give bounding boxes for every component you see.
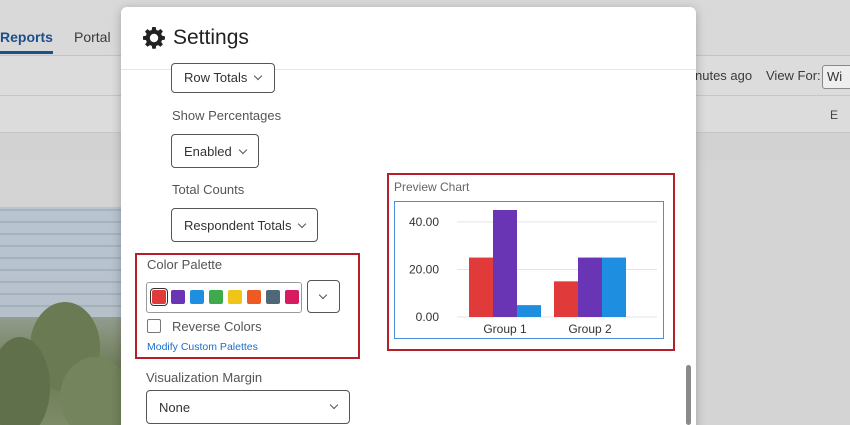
chart-bar (469, 257, 493, 317)
visualization-margin-label: Visualization Margin (146, 370, 263, 385)
chevron-down-icon (298, 219, 307, 229)
view-for-label: View For: (766, 68, 821, 83)
x-tick-label: Group 2 (568, 322, 612, 336)
show-percentages-label: Show Percentages (172, 108, 282, 123)
y-tick-label: 0.00 (416, 310, 440, 324)
total-counts-value: Respondent Totals (184, 218, 292, 233)
y-tick-label: 20.00 (409, 262, 439, 276)
modal-header: Settings (121, 7, 696, 70)
chart-bar (602, 257, 626, 317)
total-counts-label: Total Counts (172, 182, 245, 197)
palette-swatch (171, 290, 185, 304)
preview-chart-label: Preview Chart (394, 180, 470, 194)
modify-custom-palettes-link[interactable]: Modify Custom Palettes (147, 341, 258, 353)
modal-scrollbar[interactable] (686, 365, 691, 425)
chevron-down-icon (238, 145, 247, 155)
chevron-down-icon (318, 290, 328, 300)
show-percentages-value: Enabled (184, 144, 232, 159)
y-tick-label: 40.00 (409, 215, 439, 229)
chart-bar (493, 210, 517, 317)
modal-title: Settings (173, 26, 249, 49)
last-updated-text: nutes ago (695, 68, 753, 83)
tab-reports[interactable]: Reports (0, 29, 53, 54)
palette-swatch (228, 290, 242, 304)
subtoolbar-button[interactable]: E (830, 108, 838, 122)
total-counts-dropdown[interactable]: Respondent Totals (171, 208, 318, 242)
reverse-colors-checkbox[interactable] (147, 319, 161, 333)
visualization-margin-value: None (159, 400, 191, 415)
palette-dropdown-button[interactable] (307, 280, 340, 313)
chevron-down-icon (254, 71, 263, 81)
palette-swatch (285, 290, 299, 304)
chart-bar (554, 281, 578, 317)
tab-portal[interactable]: Portal (74, 29, 111, 45)
view-for-select[interactable]: Wi (822, 65, 850, 89)
color-palette-label: Color Palette (147, 257, 223, 272)
palette-swatch (266, 290, 280, 304)
palette-swatch (247, 290, 261, 304)
palette-swatch (150, 288, 168, 306)
row-totals-value: Row Totals (184, 70, 248, 85)
chevron-down-icon (329, 400, 339, 410)
palette-swatch (209, 290, 223, 304)
x-tick-label: Group 1 (483, 322, 527, 336)
show-percentages-dropdown[interactable]: Enabled (171, 134, 259, 168)
preview-chart: 40.00 20.00 0.00 Group 1 Group 2 (409, 210, 657, 336)
color-palette-picker[interactable] (146, 282, 302, 313)
chart-bar (578, 257, 602, 317)
settings-modal: Settings Row Totals Show Percentages Ena… (121, 7, 696, 425)
row-totals-dropdown[interactable]: Row Totals (171, 63, 275, 93)
preview-chart-frame: 40.00 20.00 0.00 Group 1 Group 2 (394, 201, 664, 339)
chart-bar (517, 305, 541, 317)
reverse-colors-label: Reverse Colors (172, 319, 262, 334)
palette-swatch (190, 290, 204, 304)
report-background-image (0, 207, 121, 425)
gear-icon (143, 27, 165, 49)
visualization-margin-dropdown[interactable]: None (146, 390, 350, 424)
